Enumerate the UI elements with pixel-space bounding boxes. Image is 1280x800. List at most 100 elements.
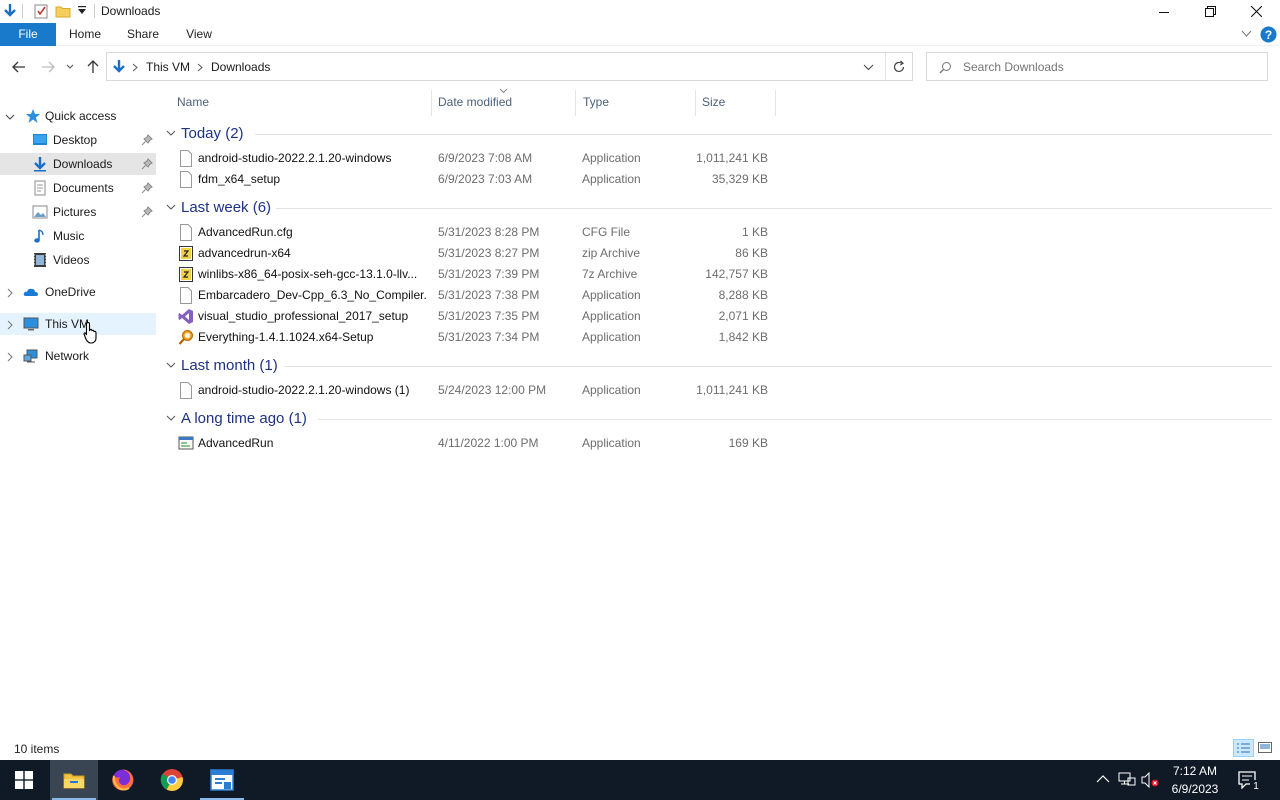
file-row[interactable]: android-studio-2022.2.1.20-windows 6/9/2…	[170, 148, 770, 169]
nav-item-pictures[interactable]: Pictures	[0, 201, 156, 223]
blank-file-icon	[180, 224, 192, 241]
nav-item-desktop[interactable]: Desktop	[0, 129, 156, 151]
network-status-icon[interactable]	[1118, 772, 1136, 788]
column-header-date[interactable]: Date modified	[438, 92, 512, 112]
address-bar[interactable]: This VM Downloads	[106, 52, 913, 81]
refresh-icon[interactable]	[892, 60, 906, 74]
chevron-right-icon[interactable]	[5, 352, 15, 362]
file-row[interactable]: advancedrun-x64 5/31/2023 8:27 PM zip Ar…	[170, 243, 770, 264]
pin-icon[interactable]	[141, 134, 153, 146]
file-row[interactable]: AdvancedRun 4/11/2022 1:00 PM Applicatio…	[170, 433, 770, 454]
column-header-name[interactable]: Name	[177, 92, 209, 112]
file-row[interactable]: winlibs-x86_64-posix-seh-gcc-13.1.0-llv.…	[170, 264, 770, 285]
taskbar-time[interactable]: 7:12 AM	[1160, 764, 1230, 778]
breadcrumb-chevron-icon[interactable]	[197, 63, 203, 72]
tab-home[interactable]: Home	[62, 23, 108, 46]
restore-button[interactable]	[1187, 0, 1233, 23]
chevron-down-icon[interactable]	[166, 413, 176, 423]
chevron-right-icon[interactable]	[5, 320, 15, 330]
customize-qat-chevron-icon[interactable]	[74, 3, 90, 19]
group-header-today[interactable]: Today (2)	[166, 123, 244, 143]
chevron-down-icon[interactable]	[5, 112, 15, 122]
breadcrumb-chevron-icon[interactable]	[132, 63, 138, 72]
start-button[interactable]	[0, 760, 48, 800]
nav-item-downloads[interactable]: Downloads	[0, 153, 156, 175]
nav-label: Network	[45, 349, 90, 363]
chevron-down-icon[interactable]	[166, 202, 176, 212]
nav-item-music[interactable]: Music	[0, 225, 156, 247]
minimize-button[interactable]	[1141, 0, 1187, 23]
file-row[interactable]: AdvancedRun.cfg 5/31/2023 8:28 PM CFG Fi…	[170, 222, 770, 243]
back-button[interactable]	[9, 58, 29, 76]
column-divider[interactable]	[431, 90, 432, 116]
chevron-right-icon[interactable]	[5, 288, 15, 298]
chevron-down-icon[interactable]	[166, 360, 176, 370]
tab-view[interactable]: View	[178, 23, 220, 46]
close-icon	[1250, 6, 1262, 17]
pin-icon[interactable]	[141, 158, 153, 170]
file-date: 6/9/2023 7:08 AM	[438, 151, 533, 165]
properties-icon[interactable]	[33, 3, 49, 19]
file-name: fdm_x64_setup	[198, 172, 281, 186]
column-header-size[interactable]: Size	[702, 92, 725, 112]
search-box[interactable]	[926, 52, 1268, 81]
taskbar-date[interactable]: 6/9/2023	[1160, 782, 1230, 796]
nav-label: Music	[53, 229, 85, 243]
breadcrumb-downloads[interactable]: Downloads	[211, 60, 270, 74]
group-divider	[318, 419, 1272, 420]
column-divider[interactable]	[575, 90, 576, 116]
address-history-chevron-icon[interactable]	[863, 64, 874, 71]
taskbar-remote-app[interactable]	[198, 760, 246, 800]
remote-app-icon	[210, 769, 234, 791]
taskbar-firefox[interactable]	[99, 760, 147, 800]
status-item-count: 10 items	[14, 742, 60, 756]
nav-item-documents[interactable]: Documents	[0, 177, 156, 199]
group-header-long-time-ago[interactable]: A long time ago (1)	[166, 408, 307, 428]
pin-icon[interactable]	[141, 206, 153, 218]
group-header-last-week[interactable]: Last week (6)	[166, 197, 271, 217]
nav-quick-access[interactable]: Quick access	[0, 105, 156, 127]
recent-locations-button[interactable]	[63, 58, 77, 76]
volume-muted-icon[interactable]	[1141, 772, 1159, 788]
file-row[interactable]: Embarcadero_Dev-Cpp_6.3_No_Compiler... 5…	[170, 285, 770, 306]
show-hidden-icons-chevron-icon[interactable]	[1096, 774, 1110, 784]
column-divider[interactable]	[695, 90, 696, 116]
file-row[interactable]: fdm_x64_setup 6/9/2023 7:03 AM Applicati…	[170, 169, 770, 190]
separator	[22, 4, 23, 18]
search-input[interactable]	[963, 58, 1253, 76]
large-icons-view-icon[interactable]	[1257, 740, 1273, 756]
column-header-type[interactable]: Type	[583, 92, 609, 112]
new-folder-icon[interactable]	[55, 3, 71, 19]
tab-file[interactable]: File	[0, 23, 56, 46]
file-date: 5/31/2023 8:27 PM	[438, 246, 540, 260]
nav-item-onedrive[interactable]: OneDrive	[0, 281, 156, 303]
file-row[interactable]: android-studio-2022.2.1.20-windows (1) 5…	[170, 380, 770, 401]
group-header-last-month[interactable]: Last month (1)	[166, 355, 278, 375]
minimize-icon	[1159, 11, 1169, 13]
pin-icon[interactable]	[141, 182, 153, 194]
close-button[interactable]	[1233, 0, 1279, 23]
tab-share[interactable]: Share	[120, 23, 166, 46]
taskbar: 7:12 AM 6/9/2023 1	[0, 760, 1280, 800]
file-row[interactable]: Everything-1.4.1.1024.x64-Setup 5/31/202…	[170, 327, 770, 348]
up-button[interactable]	[83, 58, 103, 76]
breadcrumb-this-vm[interactable]: This VM	[146, 60, 190, 74]
details-view-icon[interactable]	[1233, 739, 1254, 757]
nav-item-videos[interactable]: Videos	[0, 249, 156, 271]
forward-button[interactable]	[38, 58, 58, 76]
videos-icon	[34, 253, 46, 267]
expand-ribbon-chevron-icon[interactable]	[1241, 30, 1252, 38]
nav-item-this-vm[interactable]: This VM	[0, 313, 156, 335]
file-name: Embarcadero_Dev-Cpp_6.3_No_Compiler...	[198, 288, 426, 302]
archive-icon	[179, 267, 193, 282]
taskbar-chrome[interactable]	[148, 760, 196, 800]
desktop-icon	[33, 134, 47, 145]
title-bar: Downloads	[0, 0, 1280, 23]
file-row[interactable]: visual_studio_professional_2017_setup 5/…	[170, 306, 770, 327]
nav-item-network[interactable]: Network	[0, 345, 156, 367]
taskbar-file-explorer[interactable]	[50, 760, 98, 800]
chevron-down-icon[interactable]	[166, 128, 176, 138]
file-name: visual_studio_professional_2017_setup	[198, 309, 409, 323]
help-icon[interactable]: ?	[1260, 26, 1277, 43]
column-divider[interactable]	[775, 90, 776, 116]
